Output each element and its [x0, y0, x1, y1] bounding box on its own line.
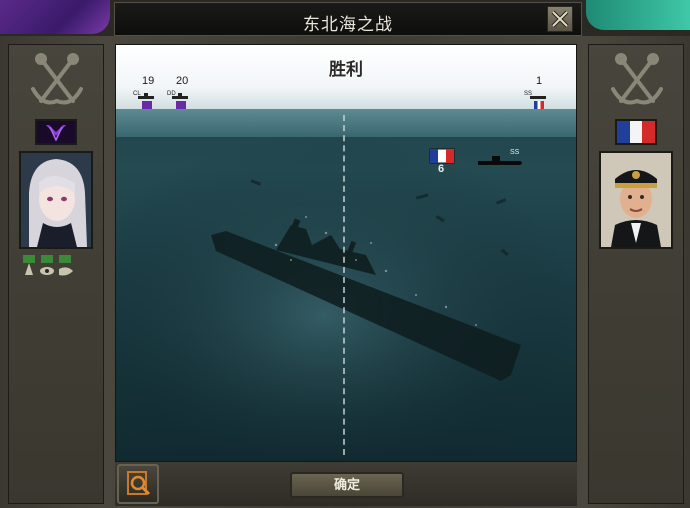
submarine-label: SS: [510, 149, 520, 156]
sunk-france-flag-icon: [429, 148, 455, 164]
france-flag-icon: [617, 121, 655, 143]
faction-emblem-icon: [37, 121, 75, 143]
cl-label: CL: [133, 91, 141, 97]
confirm-button[interactable]: 确定: [290, 472, 404, 498]
corner-decoration-right: [586, 0, 690, 30]
eye-medal-icon: [40, 255, 54, 275]
battle-details-button[interactable]: [117, 464, 159, 504]
battle-divider: [343, 115, 345, 455]
close-icon: [551, 10, 569, 28]
crossed-anchors-icon: [611, 53, 663, 105]
dd-label: DD: [167, 91, 176, 97]
battle-scene: 胜利 19 20 1 CL DD SS 6 SS: [115, 44, 577, 462]
attacker-panel: [8, 44, 104, 504]
medal-icon: [23, 255, 35, 275]
defender-panel: [588, 44, 684, 504]
commander-avatar: [601, 153, 671, 247]
dd-count: 20: [176, 75, 189, 87]
corner-decoration-left: [0, 0, 110, 34]
magnifier-icon: [127, 471, 151, 496]
attacker-flag: [35, 119, 77, 145]
ss-label: SS: [524, 91, 533, 97]
ss-count: 1: [536, 75, 543, 87]
crossed-anchors-icon: [31, 53, 83, 105]
defender-flag: [615, 119, 657, 145]
window-title: 东北海之战: [303, 15, 393, 34]
wind-medal-icon: [59, 255, 73, 276]
title-bar: 东北海之战: [114, 2, 582, 36]
sunk-count: 6: [438, 163, 445, 175]
attacker-commander-portrait[interactable]: [19, 151, 93, 249]
ss-ship-icon: [530, 96, 546, 109]
underwater-scene: [116, 93, 576, 461]
commander-avatar: [21, 153, 91, 247]
defender-commander-portrait[interactable]: [599, 151, 673, 249]
cl-count: 19: [142, 75, 155, 87]
close-button[interactable]: [547, 6, 573, 32]
commander-traits: [23, 255, 73, 276]
